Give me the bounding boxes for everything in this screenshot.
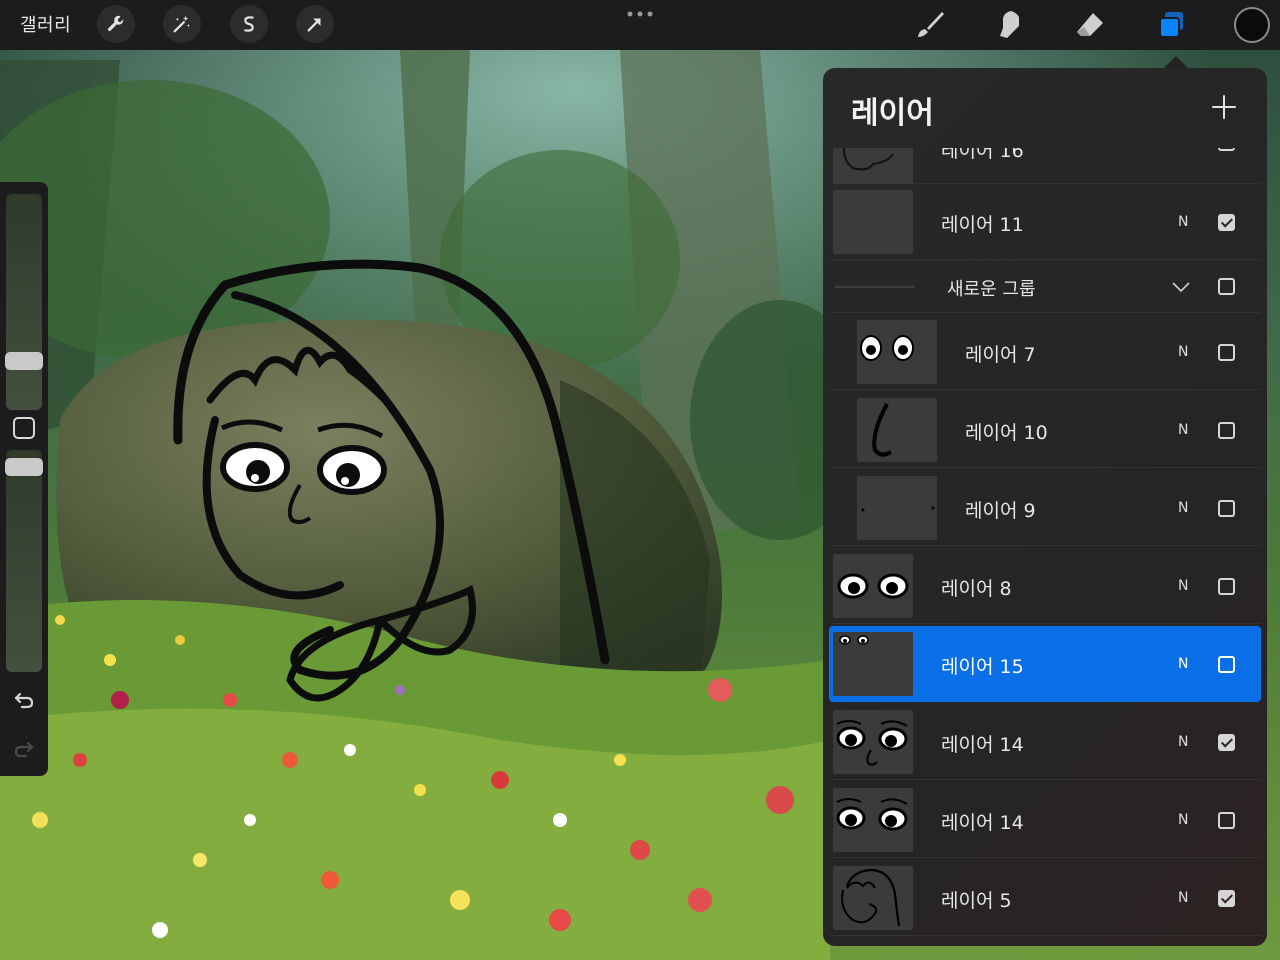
chevron-down-icon[interactable] <box>1169 275 1193 299</box>
blend-mode-button[interactable]: N <box>1178 500 1188 516</box>
layer-name: 레이어 14 <box>941 734 1024 756</box>
layer-name: 레이어 7 <box>965 344 1036 366</box>
layer-thumbnail <box>833 710 913 774</box>
smudge-icon <box>1000 11 1019 38</box>
layer-group-row[interactable]: 새로운 그룹 <box>829 261 1261 313</box>
blend-mode-button[interactable]: N <box>1178 148 1188 150</box>
undo-button[interactable] <box>12 687 36 711</box>
visibility-checkbox[interactable] <box>1218 278 1235 295</box>
group-indicator <box>835 286 915 288</box>
arrow-cursor-icon <box>307 18 321 32</box>
layers-icon <box>1159 12 1183 38</box>
wrench-icon <box>107 15 124 31</box>
top-toolbar: 갤러리 <box>0 0 1280 50</box>
layer-list: 레이어 16 N 레이어 11 N 새로운 그룹 레이어 7 N <box>823 148 1267 946</box>
blend-mode-button[interactable]: N <box>1178 890 1188 906</box>
visibility-checkbox[interactable] <box>1218 578 1235 595</box>
layer-name: 레이어 11 <box>941 214 1024 236</box>
adjustments-button[interactable] <box>163 5 201 43</box>
layer-thumbnail <box>833 554 913 618</box>
layer-name: 레이어 5 <box>941 890 1012 912</box>
layer-thumbnail <box>857 476 937 540</box>
layer-name: 레이어 9 <box>965 500 1036 522</box>
visibility-checkbox[interactable] <box>1218 890 1235 907</box>
brush-icon <box>918 12 944 37</box>
magic-wand-icon <box>173 15 191 33</box>
blend-mode-button[interactable]: N <box>1178 734 1188 750</box>
visibility-checkbox[interactable] <box>1218 500 1235 517</box>
layer-row-7[interactable]: 레이어 7 N <box>829 314 1261 390</box>
layer-name: 레이어 8 <box>941 578 1012 600</box>
transform-button[interactable] <box>296 5 334 43</box>
visibility-checkbox[interactable] <box>1218 812 1235 829</box>
visibility-checkbox[interactable] <box>1218 344 1235 361</box>
brush-tool[interactable] <box>911 6 949 44</box>
selection-button[interactable] <box>230 5 268 43</box>
visibility-checkbox[interactable] <box>1218 656 1235 673</box>
blend-mode-button[interactable]: N <box>1178 812 1188 828</box>
layer-row-9[interactable]: 레이어 9 N <box>829 470 1261 546</box>
panel-title: 레이어 <box>851 96 934 131</box>
layer-name: 레이어 14 <box>941 812 1024 834</box>
layer-row-5[interactable]: 레이어 5 N <box>829 860 1261 936</box>
layer-thumbnail <box>833 866 913 930</box>
redo-button[interactable] <box>12 736 36 760</box>
gallery-button[interactable]: 갤러리 <box>20 11 71 37</box>
layers-panel: 레이어 레이어 16 N 레이어 11 N 새로운 그룹 <box>823 68 1267 946</box>
layer-row-14-copy[interactable]: 레이어 14 N <box>829 782 1261 858</box>
left-sidebar <box>0 182 48 776</box>
blend-mode-button[interactable]: N <box>1178 656 1188 672</box>
actions-button[interactable] <box>97 5 135 43</box>
more-options-icon[interactable] <box>626 8 654 20</box>
undo-icon <box>14 692 34 709</box>
layer-name: 레이어 15 <box>941 656 1024 678</box>
layer-thumbnail <box>833 148 913 184</box>
layer-thumbnail <box>857 398 937 462</box>
layer-row-10[interactable]: 레이어 10 N <box>829 392 1261 468</box>
layer-row-11[interactable]: 레이어 11 N <box>829 184 1261 260</box>
layer-row-14[interactable]: 레이어 14 N <box>829 704 1261 780</box>
layer-thumbnail <box>833 632 913 696</box>
layers-tool[interactable] <box>1152 6 1190 44</box>
layer-row-15[interactable]: 레이어 15 N <box>829 626 1261 702</box>
eraser-tool[interactable] <box>1071 6 1109 44</box>
visibility-checkbox[interactable] <box>1218 734 1235 751</box>
visibility-checkbox[interactable] <box>1218 214 1235 231</box>
color-picker-swatch[interactable] <box>1234 7 1270 43</box>
plus-icon[interactable] <box>1211 94 1237 120</box>
blend-mode-button[interactable]: N <box>1178 214 1188 230</box>
layer-row-partial[interactable]: 레이어 16 N <box>829 148 1261 184</box>
brush-size-thumb[interactable] <box>5 352 43 370</box>
group-name: 새로운 그룹 <box>947 279 1036 300</box>
visibility-checkbox[interactable] <box>1218 422 1235 439</box>
blend-mode-button[interactable]: N <box>1178 422 1188 438</box>
modify-square-icon[interactable] <box>13 417 35 439</box>
opacity-slider[interactable] <box>6 450 42 672</box>
layer-thumbnail <box>833 788 913 852</box>
layer-name: 레이어 10 <box>965 422 1048 444</box>
layer-name: 레이어 16 <box>941 148 1024 162</box>
blend-mode-button[interactable]: N <box>1178 344 1188 360</box>
layer-thumbnail <box>857 320 937 384</box>
layer-row-8[interactable]: 레이어 8 N <box>829 548 1261 624</box>
redo-icon <box>14 741 34 758</box>
layer-thumbnail <box>833 190 913 254</box>
brush-size-slider[interactable] <box>6 194 42 410</box>
opacity-thumb[interactable] <box>5 458 43 476</box>
smudge-tool[interactable] <box>991 6 1029 44</box>
visibility-checkbox[interactable] <box>1218 148 1235 151</box>
s-curve-icon <box>244 16 254 32</box>
eraser-icon <box>1077 13 1103 36</box>
blend-mode-button[interactable]: N <box>1178 578 1188 594</box>
